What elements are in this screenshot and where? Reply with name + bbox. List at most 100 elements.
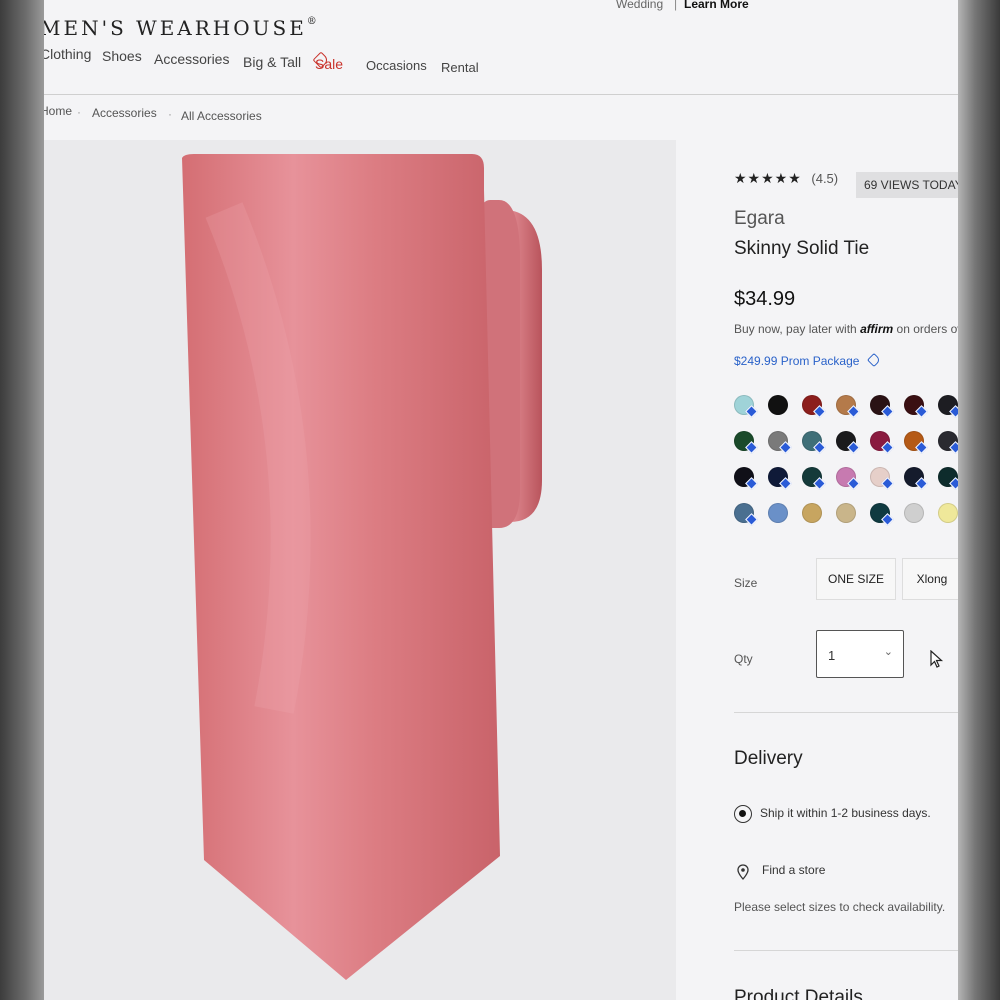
swatch-indicator-icon — [881, 477, 894, 490]
swatch-indicator-icon — [915, 441, 928, 454]
color-swatch[interactable] — [836, 467, 860, 490]
section-divider — [734, 950, 958, 951]
color-swatch[interactable] — [870, 431, 894, 454]
product-name: Skinny Solid Tie — [734, 238, 870, 259]
color-swatches — [734, 395, 958, 530]
color-swatch[interactable] — [938, 395, 958, 418]
prom-package-label: $249.99 Prom Package — [734, 354, 860, 368]
color-swatch[interactable] — [836, 395, 860, 418]
monitor-bezel-left — [0, 0, 44, 1000]
breadcrumb-home[interactable]: Home — [44, 104, 72, 118]
color-swatch[interactable] — [904, 395, 928, 418]
breadcrumb-separator: · — [77, 105, 81, 119]
affirm-suffix: on orders ov — [896, 322, 958, 336]
site-logo[interactable]: MEN'S WEARHOUSE® — [44, 16, 317, 40]
color-swatch[interactable] — [802, 503, 822, 523]
location-pin-icon — [737, 864, 749, 880]
swatch-indicator-icon — [779, 477, 792, 490]
logo-text: MEN'S WEARHOUSE — [44, 16, 307, 40]
qty-label: Qty — [734, 652, 753, 666]
color-swatch[interactable] — [734, 395, 758, 418]
color-swatch[interactable] — [768, 395, 788, 415]
swatch-indicator-icon — [949, 477, 958, 490]
breadcrumb-separator: · — [168, 107, 172, 121]
browser-screen: Wedding | Learn More MEN'S WEARHOUSE® Cl… — [44, 0, 958, 1000]
swatch-indicator-icon — [847, 405, 860, 418]
swatch-indicator-icon — [779, 441, 792, 454]
nav-divider — [44, 94, 958, 95]
swatch-indicator-icon — [949, 405, 958, 418]
color-swatch[interactable] — [870, 395, 894, 418]
swatch-indicator-icon — [745, 477, 758, 490]
color-swatch[interactable] — [836, 431, 860, 454]
color-swatch[interactable] — [802, 467, 826, 490]
star-rating-icons: ★★★★★ — [734, 170, 802, 186]
nav-occasions[interactable]: Occasions — [366, 58, 427, 73]
swatch-indicator-icon — [813, 477, 826, 490]
section-divider — [734, 712, 958, 713]
nav-clothing[interactable]: Clothing — [44, 46, 91, 62]
color-swatch[interactable] — [734, 503, 758, 526]
prom-package-link[interactable]: $249.99 Prom Package — [734, 352, 881, 368]
swatch-indicator-icon — [915, 405, 928, 418]
swatch-indicator-icon — [813, 441, 826, 454]
color-swatch[interactable] — [768, 503, 788, 523]
find-store-link[interactable]: Find a store — [762, 863, 825, 877]
affirm-financing-note: Buy now, pay later with affirm on orders… — [734, 322, 958, 336]
swatch-indicator-icon — [745, 405, 758, 418]
color-swatch[interactable] — [870, 503, 894, 526]
nav-sale-label: Sale — [315, 56, 344, 72]
color-swatch[interactable] — [802, 395, 826, 418]
color-swatch[interactable] — [734, 467, 758, 490]
nav-shoes[interactable]: Shoes — [102, 48, 142, 64]
swatch-indicator-icon — [949, 441, 958, 454]
product-image[interactable] — [44, 140, 676, 1000]
swatch-indicator-icon — [915, 477, 928, 490]
qty-select[interactable]: 1 ⌄ — [816, 630, 904, 678]
size-option-xlong[interactable]: Xlong — [902, 558, 958, 600]
color-swatch[interactable] — [768, 431, 792, 454]
color-swatch[interactable] — [768, 467, 792, 490]
color-swatch[interactable] — [904, 503, 924, 523]
color-swatch[interactable] — [734, 431, 758, 454]
swatch-indicator-icon — [745, 441, 758, 454]
nav-accessories[interactable]: Accessories — [154, 51, 229, 67]
color-swatch[interactable] — [904, 431, 928, 454]
product-brand: Egara — [734, 208, 785, 229]
swatch-indicator-icon — [745, 513, 758, 526]
rating-row[interactable]: ★★★★★ (4.5) — [734, 170, 838, 187]
chevron-down-icon: ⌄ — [883, 646, 893, 658]
color-swatch[interactable] — [938, 431, 958, 454]
promo-separator: | — [674, 0, 678, 11]
color-swatch[interactable] — [836, 503, 856, 523]
color-swatch[interactable] — [904, 467, 928, 490]
availability-note: Please select sizes to check availabilit… — [734, 900, 946, 914]
color-swatch[interactable] — [802, 431, 826, 454]
color-swatch[interactable] — [870, 467, 894, 490]
breadcrumb-accessories[interactable]: Accessories — [92, 106, 157, 120]
swatch-indicator-icon — [847, 441, 860, 454]
nav-rental[interactable]: Rental — [441, 60, 479, 75]
ship-radio[interactable] — [734, 805, 752, 823]
size-option-one-size[interactable]: ONE SIZE — [816, 558, 896, 600]
product-price: $34.99 — [734, 288, 796, 310]
swatch-indicator-icon — [881, 405, 894, 418]
breadcrumb-all-accessories[interactable]: All Accessories — [181, 109, 262, 123]
product-details-heading[interactable]: Product Details — [734, 987, 863, 1000]
promo-bar: Wedding | Learn More — [44, 0, 958, 14]
nav-big-tall[interactable]: Big & Tall — [243, 54, 301, 70]
color-swatch[interactable] — [938, 503, 958, 523]
ship-option-label[interactable]: Ship it within 1-2 business days. — [760, 806, 931, 820]
learn-more-link[interactable]: Learn More — [684, 0, 749, 11]
monitor-bezel-right — [958, 0, 1000, 1000]
size-label: Size — [734, 576, 758, 590]
logo-registered-mark: ® — [306, 16, 317, 27]
swatch-indicator-icon — [847, 477, 860, 490]
mouse-cursor-icon — [930, 650, 944, 668]
affirm-prefix: Buy now, pay later with — [734, 322, 857, 336]
swatch-indicator-icon — [813, 405, 826, 418]
affirm-logo: affirm — [860, 322, 894, 336]
color-swatch[interactable] — [938, 467, 958, 490]
delivery-title: Delivery — [734, 748, 803, 769]
qty-value: 1 — [828, 648, 836, 663]
